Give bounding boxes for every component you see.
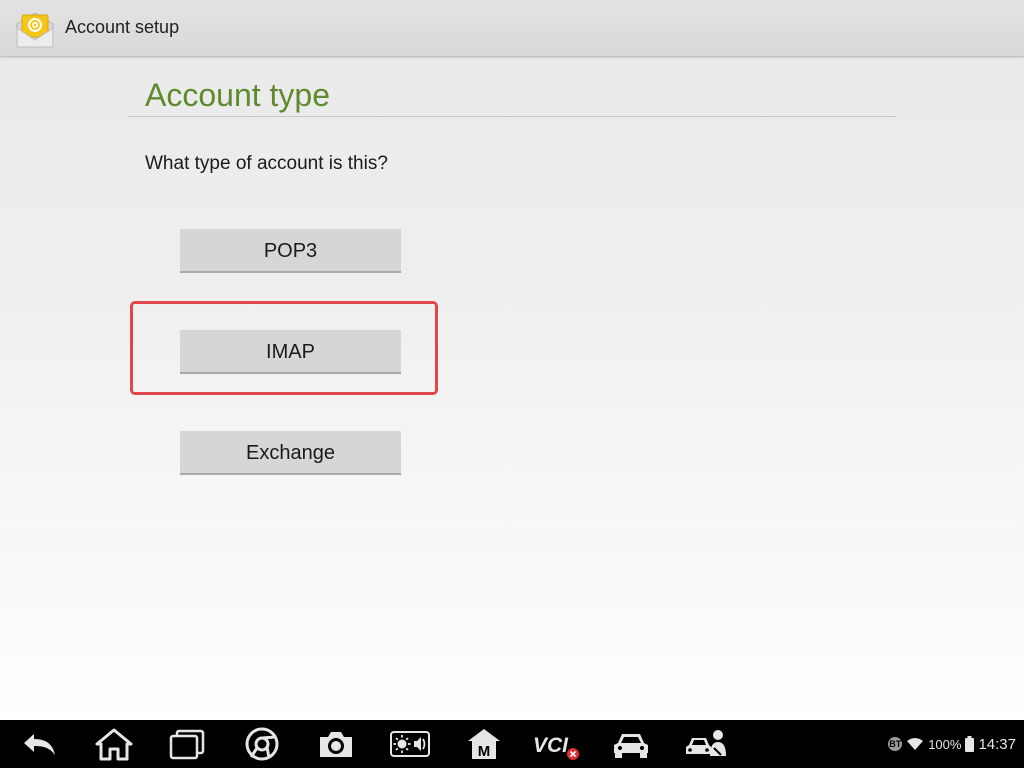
page-title: Account type (145, 77, 330, 113)
bluetooth-indicator: BT (888, 737, 903, 751)
car-icon[interactable] (611, 726, 651, 762)
exchange-button[interactable]: Exchange (180, 431, 401, 475)
pop3-button[interactable]: POP3 (180, 229, 401, 273)
brightness-volume-icon[interactable] (390, 726, 430, 762)
chrome-browser-icon[interactable] (242, 726, 282, 762)
title-divider (128, 116, 896, 117)
recent-apps-icon[interactable] (167, 726, 207, 762)
home-icon[interactable] (94, 726, 134, 762)
action-bar: Account setup (0, 0, 1024, 57)
clock: 14:37 (978, 735, 1016, 753)
email-app-icon[interactable] (14, 10, 56, 50)
battery-icon (965, 736, 975, 752)
wifi-icon (907, 738, 924, 750)
account-type-question: What type of account is this? (145, 153, 388, 174)
camera-icon[interactable] (316, 726, 356, 762)
imap-highlight-box (130, 301, 438, 395)
svg-text:VCI: VCI (533, 734, 569, 757)
car-technician-icon[interactable] (684, 726, 728, 762)
app-title: Account setup (65, 17, 180, 37)
back-icon[interactable] (20, 726, 60, 762)
battery-percentage: 100% (928, 736, 962, 752)
maxifix-m-icon[interactable]: M (464, 726, 504, 762)
status-area: BT 100% 14:37 (888, 720, 1016, 768)
navigation-bar: M VCI BT 100% 14:37 (0, 720, 1024, 768)
vci-icon[interactable]: VCI (533, 726, 581, 762)
svg-text:M: M (478, 743, 491, 760)
